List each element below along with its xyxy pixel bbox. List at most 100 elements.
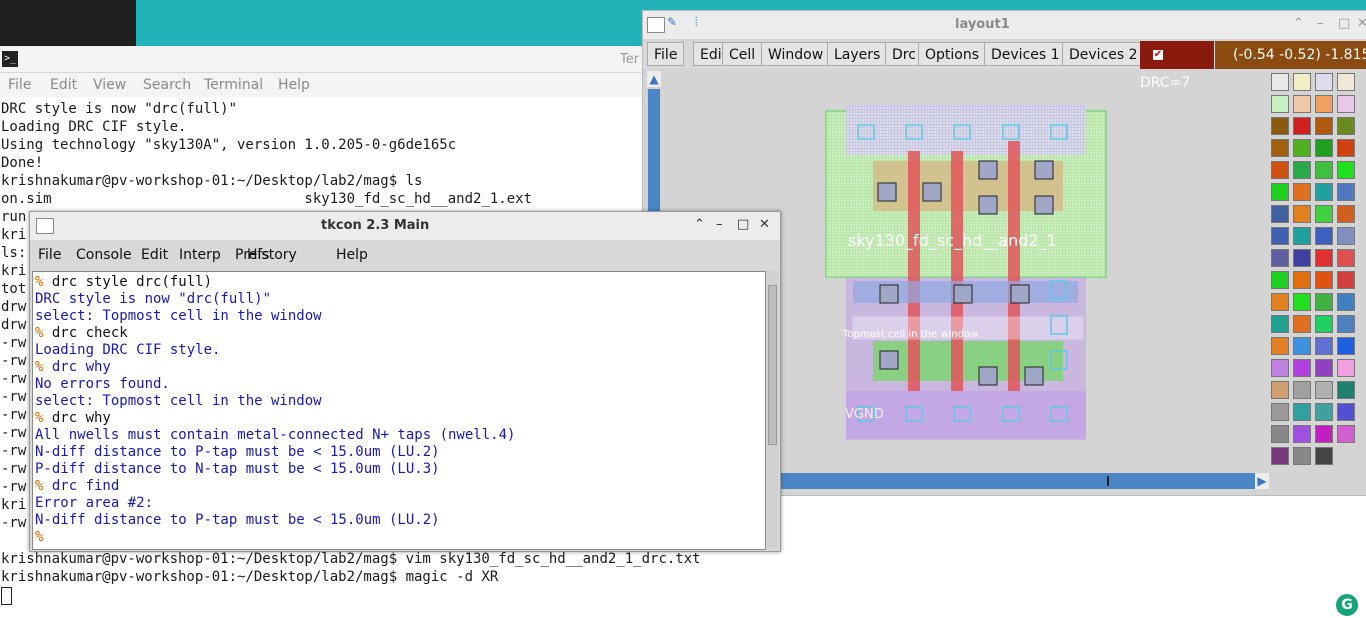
layer-swatch[interactable] xyxy=(1337,73,1355,91)
layer-swatch[interactable] xyxy=(1271,315,1289,333)
layer-swatch[interactable] xyxy=(1337,315,1355,333)
layer-swatch[interactable] xyxy=(1293,227,1311,245)
grammarly-icon[interactable]: G xyxy=(1336,594,1358,616)
layer-swatch[interactable] xyxy=(1315,95,1333,113)
layout-menu-devices2[interactable]: Devices 2 xyxy=(1062,42,1145,66)
layer-swatch[interactable] xyxy=(1293,117,1311,135)
layer-swatch[interactable] xyxy=(1271,381,1289,399)
layout-menu-window[interactable]: Window xyxy=(761,42,831,66)
layer-swatch[interactable] xyxy=(1293,139,1311,157)
layer-swatch[interactable] xyxy=(1315,403,1333,421)
layout-titlebar[interactable]: ✎ ⦙ layout1 ⌃ – □ ✕ xyxy=(643,11,1366,39)
layer-swatch[interactable] xyxy=(1293,425,1311,443)
terminal-menu-terminal[interactable]: Terminal xyxy=(204,77,263,93)
layout-canvas[interactable]: sky130_fd_sc_hd__and2_1 Topmost cell in … xyxy=(823,101,1108,441)
layer-swatch[interactable] xyxy=(1293,337,1311,355)
layer-swatch[interactable] xyxy=(1315,139,1333,157)
tkcon-menu-console[interactable]: Console xyxy=(76,247,132,263)
close-icon[interactable]: ✕ xyxy=(759,217,770,232)
maximize-icon[interactable]: □ xyxy=(1338,16,1350,31)
layer-swatch[interactable] xyxy=(1337,205,1355,223)
layer-swatch[interactable] xyxy=(1337,117,1355,135)
tkcon-menu-interp[interactable]: Interp xyxy=(179,247,221,263)
layer-swatch[interactable] xyxy=(1315,425,1333,443)
layer-swatch[interactable] xyxy=(1315,447,1333,465)
layer-swatch[interactable] xyxy=(1315,249,1333,267)
layer-swatch[interactable] xyxy=(1315,183,1333,201)
layer-swatch[interactable] xyxy=(1293,249,1311,267)
scroll-right-icon[interactable]: ▶ xyxy=(1255,473,1269,489)
layer-swatch[interactable] xyxy=(1315,271,1333,289)
layer-swatch[interactable] xyxy=(1271,183,1289,201)
tkcon-scroll-thumb[interactable] xyxy=(768,285,777,445)
terminal-menu-file[interactable]: File xyxy=(8,77,31,93)
layer-swatch[interactable] xyxy=(1271,73,1289,91)
horizontal-scroll-thumb[interactable] xyxy=(1107,476,1109,486)
layer-swatch[interactable] xyxy=(1337,337,1355,355)
close-icon[interactable]: ✕ xyxy=(1357,16,1366,31)
layer-swatch[interactable] xyxy=(1337,95,1355,113)
layer-swatch[interactable] xyxy=(1315,73,1333,91)
layer-swatch[interactable] xyxy=(1271,293,1289,311)
checkbox-icon[interactable]: ✔ xyxy=(1153,50,1163,60)
layer-swatch[interactable] xyxy=(1293,271,1311,289)
tkcon-menu-history[interactable]: History xyxy=(247,247,297,263)
layer-swatch[interactable] xyxy=(1315,315,1333,333)
layer-swatch[interactable] xyxy=(1293,161,1311,179)
tkcon-menu-help[interactable]: Help xyxy=(336,247,368,263)
minimize-icon[interactable]: – xyxy=(716,217,723,232)
layer-swatch[interactable] xyxy=(1271,447,1289,465)
layout-menu-options[interactable]: Options xyxy=(918,42,987,66)
layer-swatch[interactable] xyxy=(1271,227,1289,245)
layer-swatch[interactable] xyxy=(1293,359,1311,377)
layer-swatch[interactable] xyxy=(1293,447,1311,465)
tkcon-scrollbar[interactable] xyxy=(767,271,778,548)
horizontal-scrollbar[interactable] xyxy=(781,473,1257,489)
layer-swatch[interactable] xyxy=(1271,271,1289,289)
layer-swatch[interactable] xyxy=(1315,337,1333,355)
layer-swatch[interactable] xyxy=(1337,271,1355,289)
minimize-icon[interactable]: – xyxy=(1317,16,1324,31)
layer-swatch[interactable] xyxy=(1315,205,1333,223)
drc-status[interactable]: ✔ DRC=7 xyxy=(1140,41,1214,91)
layer-swatch[interactable] xyxy=(1315,359,1333,377)
raise-window-icon[interactable]: ⌃ xyxy=(694,217,705,232)
layer-swatch[interactable] xyxy=(1293,183,1311,201)
terminal-titlebar[interactable]: >_ Ter xyxy=(0,46,642,73)
layer-palette[interactable] xyxy=(1269,71,1366,495)
layer-swatch[interactable] xyxy=(1271,359,1289,377)
terminal-menu-view[interactable]: View xyxy=(93,77,126,93)
layer-swatch[interactable] xyxy=(1315,381,1333,399)
layer-swatch[interactable] xyxy=(1337,359,1355,377)
layer-swatch[interactable] xyxy=(1315,227,1333,245)
raise-window-icon[interactable]: ⌃ xyxy=(1293,16,1304,31)
layer-swatch[interactable] xyxy=(1315,117,1333,135)
layout-menu-cell[interactable]: Cell xyxy=(722,42,763,66)
layer-swatch[interactable] xyxy=(1293,381,1311,399)
layout-menu-file[interactable]: File xyxy=(647,42,685,66)
layer-swatch[interactable] xyxy=(1315,293,1333,311)
layout-menu-devices1[interactable]: Devices 1 xyxy=(984,42,1067,66)
terminal-menu-help[interactable]: Help xyxy=(278,77,310,93)
layer-swatch[interactable] xyxy=(1293,403,1311,421)
layer-swatch[interactable] xyxy=(1337,183,1355,201)
terminal-menu-search[interactable]: Search xyxy=(143,77,191,93)
terminal-menu-edit[interactable]: Edit xyxy=(50,77,77,93)
layer-swatch[interactable] xyxy=(1293,73,1311,91)
layer-swatch[interactable] xyxy=(1337,249,1355,267)
layer-swatch[interactable] xyxy=(1337,161,1355,179)
layer-swatch[interactable] xyxy=(1271,161,1289,179)
layer-swatch[interactable] xyxy=(1271,205,1289,223)
layer-swatch[interactable] xyxy=(1271,403,1289,421)
layout-menu-layers[interactable]: Layers xyxy=(827,42,888,66)
layer-swatch[interactable] xyxy=(1337,425,1355,443)
layer-swatch[interactable] xyxy=(1337,227,1355,245)
layer-swatch[interactable] xyxy=(1271,139,1289,157)
layer-swatch[interactable] xyxy=(1315,161,1333,179)
layer-swatch[interactable] xyxy=(1271,95,1289,113)
tkcon-menu-edit[interactable]: Edit xyxy=(141,247,168,263)
tkcon-menu-file[interactable]: File xyxy=(38,247,61,263)
layer-swatch[interactable] xyxy=(1271,249,1289,267)
layer-swatch[interactable] xyxy=(1271,337,1289,355)
maximize-icon[interactable]: □ xyxy=(737,217,749,232)
